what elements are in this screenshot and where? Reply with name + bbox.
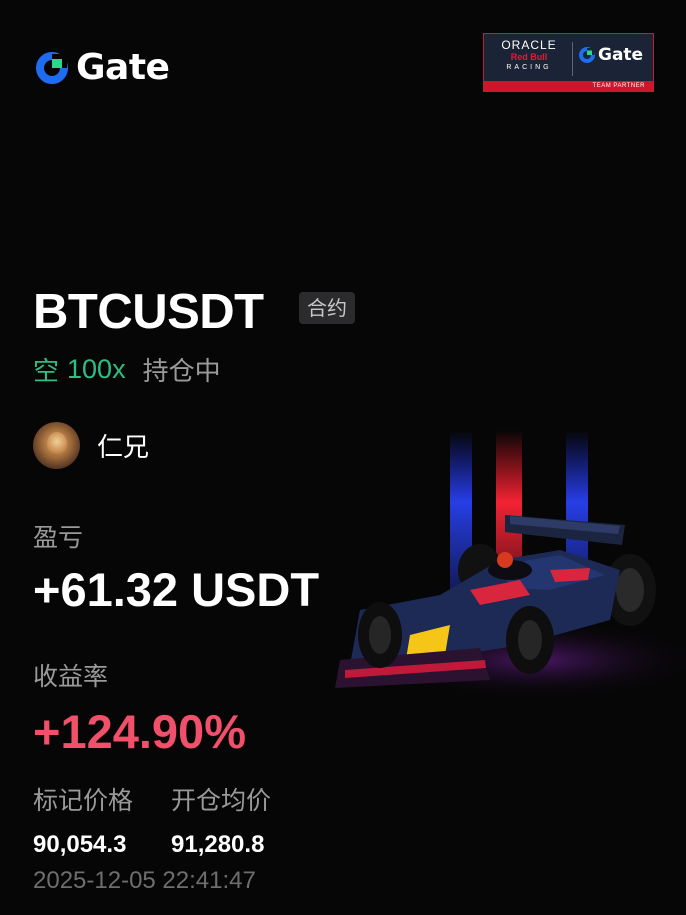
gate-logo-icon xyxy=(579,47,595,63)
contract-type-tag: 合约 xyxy=(299,292,355,324)
racing-car-illustration xyxy=(335,430,686,700)
gate-logo: Gate xyxy=(34,47,170,88)
user-row: 仁兄 xyxy=(33,421,149,469)
leverage-value: 100x xyxy=(67,353,126,384)
position-side: 空 xyxy=(33,356,60,387)
partner-oracle-text: ORACLE xyxy=(501,38,557,52)
partner-divider xyxy=(572,42,573,76)
trading-pair-symbol: BTCUSDT xyxy=(33,285,264,339)
position-status: 持仓中 xyxy=(142,356,221,387)
partner-racing-text: RACING xyxy=(506,64,552,71)
roi-label: 收益率 xyxy=(33,662,109,691)
pnl-value: +61.32 USDT xyxy=(33,563,320,616)
partner-gate-logo: Gate xyxy=(578,45,643,65)
partner-oracle-redbull: ORACLE Red Bull RACING xyxy=(490,39,568,71)
mark-price-value: 90,054.3 xyxy=(33,831,127,858)
mark-price-label: 标记价格 xyxy=(33,786,134,815)
username: 仁兄 xyxy=(97,432,150,463)
gate-logo-text: Gate xyxy=(76,47,170,88)
pnl-label: 盈亏 xyxy=(33,523,84,552)
share-card: Gate ORACLE Red Bull RACING Gate TEAM PA… xyxy=(0,0,686,915)
partner-banner: ORACLE Red Bull RACING Gate TEAM PARTNER xyxy=(483,33,654,92)
roi-value: +124.90% xyxy=(33,705,246,758)
timestamp: 2025-12-05 22:41:47 xyxy=(33,867,256,894)
entry-price-label: 开仓均价 xyxy=(171,786,272,815)
position-info-row: 空 100x 持仓中 xyxy=(33,350,221,388)
partner-gate-text: Gate xyxy=(598,45,644,65)
avatar-icon xyxy=(33,421,80,469)
team-partner-strip: TEAM PARTNER xyxy=(484,81,653,91)
partner-redbull-text: Red Bull xyxy=(510,52,548,62)
entry-price-value: 91,280.8 xyxy=(171,831,265,858)
gate-logo-icon xyxy=(36,52,68,84)
